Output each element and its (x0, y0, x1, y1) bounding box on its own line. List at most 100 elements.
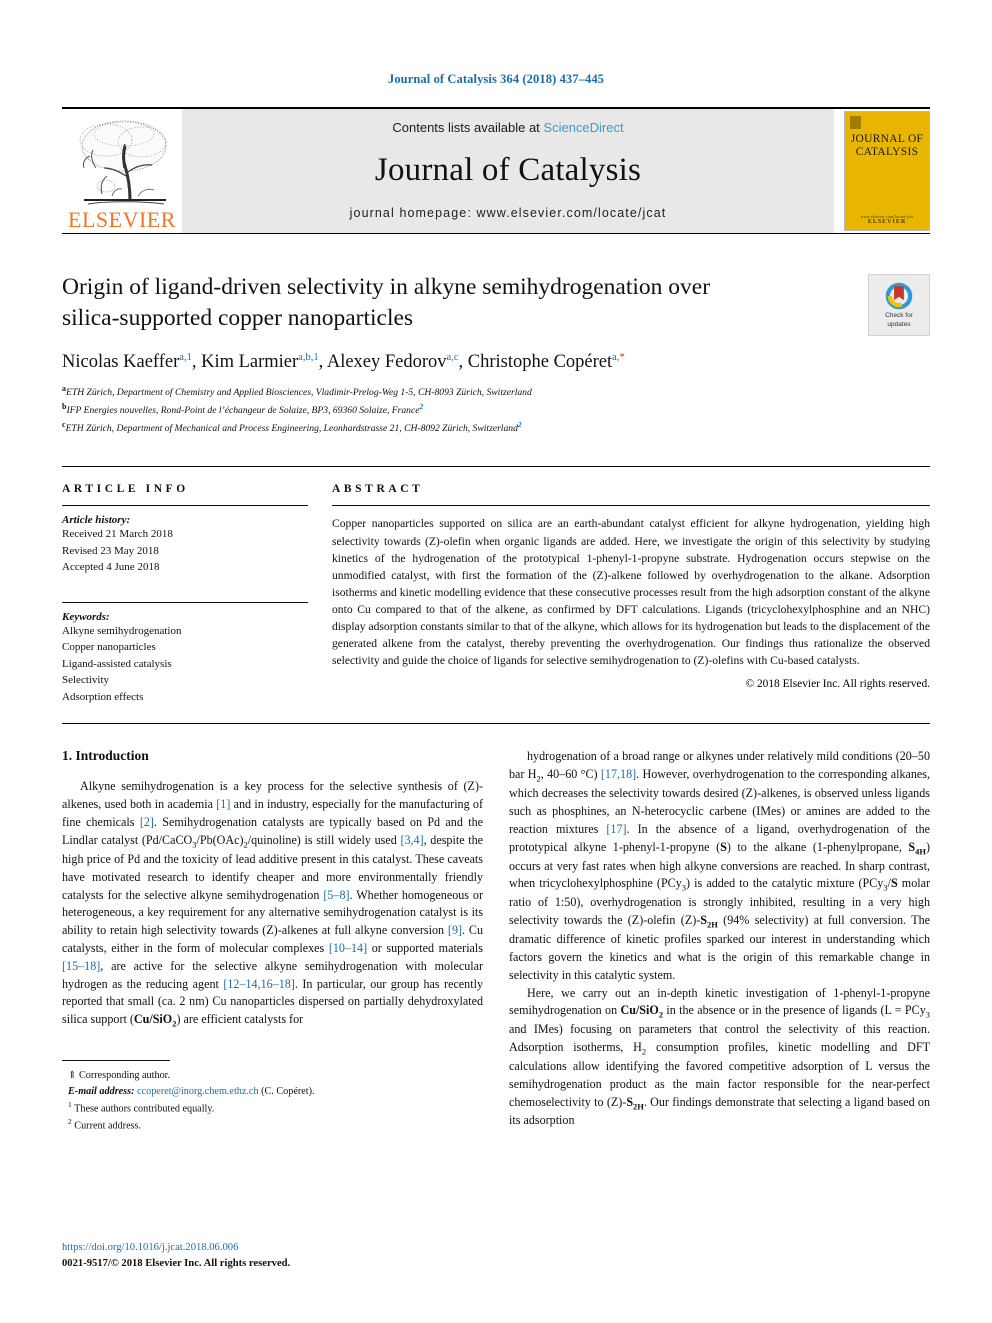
abstract-column: ABSTRACT Copper nanoparticles supported … (332, 483, 930, 705)
corresponding-author-symbol: ⇑ (68, 1070, 77, 1082)
journal-homepage-link[interactable]: journal homepage: www.elsevier.com/locat… (350, 206, 667, 220)
affiliation-c: cETH Zürich, Department of Mechanical an… (62, 419, 838, 437)
email-label: E-mail address: (68, 1085, 135, 1097)
sciencedirect-link[interactable]: ScienceDirect (543, 120, 623, 135)
crossmark-icon (885, 283, 913, 310)
footnote-2-text: Current address. (74, 1120, 142, 1132)
keyword-2: Copper nanoparticles (62, 641, 156, 654)
footnote-note-2: 2 Current address. (62, 1116, 483, 1134)
cover-elsevier-mini-icon (850, 116, 861, 129)
cover-footer-brand: ELSEVIER (867, 219, 907, 225)
contents-available-line: Contents lists available at ScienceDirec… (392, 120, 623, 135)
email-link[interactable]: ccoperet@inorg.chem.ethz.ch (137, 1086, 258, 1097)
body-columns: 1. Introduction Alkyne semihydrogenation… (62, 748, 930, 1134)
author-sep-2: , (318, 352, 327, 373)
article-info-rule (62, 505, 308, 507)
affiliation-list: aETH Zürich, Department of Chemistry and… (62, 383, 838, 436)
keyword-3: Ligand-assisted catalysis (62, 657, 172, 670)
affiliation-c-note: 2 (517, 419, 522, 429)
masthead-bottom-rule (62, 233, 930, 234)
author-sep-3: , (458, 352, 468, 373)
crossmark-label-line1: Check for (885, 312, 913, 320)
cover-title-line1: JOURNAL OF (850, 133, 924, 145)
footnote-1-text: These authors contributed equally. (74, 1103, 215, 1115)
affiliation-a-text: ETH Zürich, Department of Chemistry and … (66, 387, 532, 399)
author-2: Kim Larmiera,b,1 (201, 352, 319, 372)
affiliation-b: bIFP Energies nouvelles, Rond-Point de l… (62, 401, 838, 419)
page-footer: https://doi.org/10.1016/j.jcat.2018.06.0… (62, 1240, 290, 1271)
keywords-rule (62, 601, 308, 603)
abstract-body: Copper nanoparticles supported on silica… (332, 517, 930, 667)
affiliation-a: aETH Zürich, Department of Chemistry and… (62, 383, 838, 401)
body-column-right: hydrogenation of a broad range or alkyne… (509, 748, 930, 1134)
elsevier-wordmark: ELSEVIER (68, 207, 176, 232)
footnote-rule (62, 1060, 170, 1062)
author-3: Alexey Fedorova,c (327, 352, 459, 372)
footnote-email: E-mail address: ccoperet@inorg.chem.ethz… (62, 1084, 483, 1099)
title-line-2: silica-supported copper nanoparticles (62, 305, 414, 332)
cover-title: JOURNAL OF CATALYSIS (851, 133, 924, 159)
journal-cover-thumbnail[interactable]: JOURNAL OF CATALYSIS www.elsevier.com/lo… (844, 111, 930, 231)
footnote-note-1: 1 These authors contributed equally. (62, 1099, 483, 1117)
abstract-rule (332, 505, 930, 507)
info-abstract-region: ARTICLE INFO Article history: Received 2… (62, 466, 930, 705)
crossmark-badge[interactable]: Check for updates (868, 274, 930, 336)
crossmark-label: Check for updates (885, 312, 913, 328)
keyword-5: Adsorption effects (62, 690, 144, 703)
article-history-accepted: Accepted 4 June 2018 (62, 561, 160, 574)
corresponding-author-text: Corresponding author. (78, 1070, 171, 1082)
journal-cover-thumbnail-wrap: JOURNAL OF CATALYSIS www.elsevier.com/lo… (834, 109, 930, 233)
keywords-label: Keywords: (62, 610, 110, 623)
section-heading-introduction: 1. Introduction (62, 748, 149, 764)
author-3-marks[interactable]: a,c (447, 352, 459, 363)
article-info-column: ARTICLE INFO Article history: Received 2… (62, 483, 308, 705)
keywords-block: Keywords: Alkyne semihydrogenation Coppe… (62, 611, 308, 706)
intro-paragraph-left: Alkyne semihydrogenation is a key proces… (62, 779, 484, 1029)
title-line-1: Origin of ligand-driven selectivity in a… (62, 274, 711, 300)
journal-title: Journal of Catalysis (374, 152, 642, 188)
corresponding-author-marker[interactable]: * (619, 352, 624, 363)
affiliation-b-text: IFP Energies nouvelles, Rond-Point de l’… (66, 405, 420, 417)
author-1-name: Nicolas Kaeffer (62, 352, 180, 373)
author-1-marks[interactable]: a,1 (179, 352, 192, 363)
author-sep-1: , (191, 352, 202, 373)
abstract-heading: ABSTRACT (332, 483, 424, 496)
doi-link[interactable]: https://doi.org/10.1016/j.jcat.2018.06.0… (62, 1240, 290, 1255)
article-info-heading: ARTICLE INFO (62, 483, 189, 496)
cover-footer: www.elsevier.com/locate/jcat ELSEVIER (845, 214, 929, 225)
footnote-block: ⇑ Corresponding author. E-mail address: … (62, 1052, 483, 1134)
contents-prefix: Contents lists available at (392, 120, 544, 135)
affiliation-b-note: 2 (419, 401, 424, 411)
abstract-bottom-rule (62, 723, 930, 725)
intro-paragraph-right-1: hydrogenation of a broad range or alkyne… (509, 749, 930, 982)
footnote-1-number: 1 (68, 1099, 72, 1109)
elsevier-logo: ELSEVIER (62, 109, 182, 233)
abstract-copyright: © 2018 Elsevier Inc. All rights reserved… (745, 677, 930, 690)
affiliation-c-text: ETH Zürich, Department of Mechanical and… (65, 422, 518, 434)
journal-masthead: ELSEVIER Contents lists available at Sci… (62, 107, 930, 233)
author-4: Christophe Copéreta,* (468, 352, 625, 372)
crossmark-label-line2: updates (887, 320, 911, 328)
elsevier-tree-icon (66, 116, 178, 210)
author-3-name: Alexey Fedorov (326, 352, 447, 373)
article-history-block: Article history: Received 21 March 2018 … (62, 514, 308, 576)
running-head: Journal of Catalysis 364 (2018) 437–445 (387, 72, 605, 86)
body-column-left: 1. Introduction Alkyne semihydrogenation… (62, 748, 483, 1134)
email-owner: (C. Copéret). (261, 1085, 315, 1097)
title-block: Origin of ligand-driven selectivity in a… (62, 272, 930, 436)
article-history-revised: Revised 23 May 2018 (62, 544, 159, 557)
masthead-center-panel: Contents lists available at ScienceDirec… (182, 109, 834, 233)
author-4-name: Christophe Copéret (467, 352, 613, 373)
author-2-name: Kim Larmier (201, 352, 299, 373)
author-1: Nicolas Kaeffera,1 (62, 352, 192, 372)
author-2-marks[interactable]: a,b,1 (298, 352, 318, 363)
cover-title-line2: CATALYSIS (855, 146, 919, 159)
intro-paragraph-right-2: Here, we carry out an in-depth kinetic i… (509, 985, 930, 1128)
footnote-2-number: 2 (68, 1117, 72, 1127)
article-first-page: Journal of Catalysis 364 (2018) 437–445 (0, 0, 992, 1323)
footnote-corresponding-author: ⇑ Corresponding author. (62, 1068, 483, 1083)
keyword-4: Selectivity (62, 674, 110, 687)
author-list: Nicolas Kaeffera,1, Kim Larmiera,b,1, Al… (62, 352, 838, 373)
article-history-label: Article history: (62, 514, 131, 527)
article-history-received: Received 21 March 2018 (62, 528, 173, 541)
